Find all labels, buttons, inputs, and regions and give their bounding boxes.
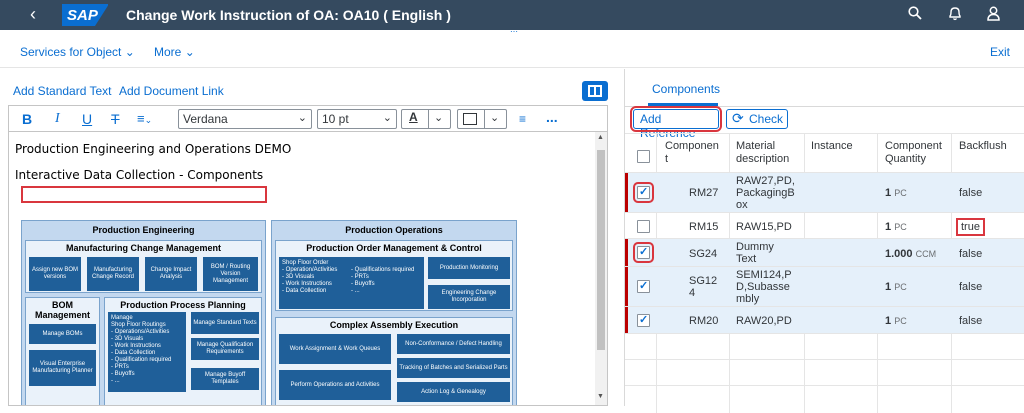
empty-row xyxy=(625,334,1024,360)
tab-components[interactable]: Components xyxy=(652,82,720,96)
background-color-picker[interactable]: ⌄ xyxy=(457,109,507,129)
content-line: Interactive Data Collection - Components xyxy=(15,168,264,182)
column-header-quantity[interactable]: Component Quantity xyxy=(885,140,951,166)
object-toolbar: Services for Object ⌄ More ⌄ Exit xyxy=(0,36,1024,68)
ppp-section: Production Process Planning Manage Shop … xyxy=(104,297,262,405)
table-header: Component Material description Instance … xyxy=(625,133,1024,173)
services-for-object-menu[interactable]: Services for Object ⌄ xyxy=(20,45,135,59)
table-row[interactable]: RM15 RAW15,PD 1 PC true xyxy=(625,213,1024,239)
bom-section: BOM Management Manage BOMs Visual Enterp… xyxy=(25,297,100,405)
check-button[interactable]: ⟳ Check xyxy=(726,109,788,129)
more-menu[interactable]: More ⌄ xyxy=(154,45,195,59)
row-checkbox[interactable] xyxy=(637,313,650,327)
row-change-marker xyxy=(625,307,628,333)
bell-icon[interactable] xyxy=(948,6,962,25)
row-checkbox[interactable] xyxy=(633,182,654,203)
column-header-backflush[interactable]: Backflush xyxy=(959,140,1019,153)
row-checkbox[interactable] xyxy=(637,220,650,233)
production-operations-panel: Production Operations Production Order M… xyxy=(271,220,517,405)
table-row[interactable]: SG124 SEMI124,PD,Subassembly 1 PC false xyxy=(625,267,1024,307)
mcm-section: Manufacturing Change Management Assign n… xyxy=(25,240,262,293)
background-color-icon xyxy=(463,113,477,125)
table-row[interactable]: RM20 RAW20,PD 1 PC false xyxy=(625,307,1024,334)
chevron-down-icon: ⌄ xyxy=(184,45,195,59)
column-header-component[interactable]: Component xyxy=(665,140,721,166)
add-document-link-link[interactable]: Add Document Link xyxy=(119,84,224,98)
shell-bar: ‹ SAP Change Work Instruction of OA: OA1… xyxy=(0,0,1024,30)
chevron-down-icon: ⌄ xyxy=(490,112,500,124)
font-family-select[interactable]: Verdana ⌄ xyxy=(178,109,312,129)
column-header-instance[interactable]: Instance xyxy=(811,140,871,153)
chevron-down-icon: ⌄ xyxy=(382,112,392,124)
add-standard-text-link[interactable]: Add Standard Text xyxy=(13,84,112,98)
chevron-down-icon: ⌄ xyxy=(297,112,307,124)
scrollbar-thumb[interactable] xyxy=(597,150,605,350)
split-view-toggle-icon[interactable] xyxy=(582,81,608,101)
column-header-description[interactable]: Material description xyxy=(736,140,804,166)
sap-logo[interactable]: SAP xyxy=(62,4,109,26)
row-change-marker xyxy=(625,173,628,212)
chevron-down-icon: ⌄ xyxy=(434,112,444,124)
work-instruction-editor-pane: Add Standard Text Add Document Link B I … xyxy=(0,69,624,406)
editor-toolbar: B I U T ≡⌄ Verdana ⌄ 10 pt ⌄ A ⌄ ⌄ ≡ ... xyxy=(9,106,607,132)
production-engineering-panel: Production Engineering Manufacturing Cha… xyxy=(21,220,266,405)
text-color-icon: A xyxy=(409,110,418,124)
process-diagram-image: Production Engineering Manufacturing Cha… xyxy=(21,220,589,405)
user-icon[interactable] xyxy=(987,6,1000,25)
editor-scrollbar[interactable]: ▲ ▼ xyxy=(595,132,607,405)
row-checkbox[interactable] xyxy=(637,279,650,293)
strikethrough-button[interactable]: T xyxy=(111,111,120,127)
scroll-down-icon[interactable]: ▼ xyxy=(597,393,604,400)
app-title: Change Work Instruction of OA: OA10 ( En… xyxy=(126,7,451,23)
align-icon[interactable]: ≡⌄ xyxy=(137,111,152,128)
more-options-icon[interactable]: ... xyxy=(546,109,558,125)
row-change-marker xyxy=(625,239,628,266)
row-change-marker xyxy=(625,267,628,306)
cae-section: Complex Assembly Execution Work Assignme… xyxy=(275,317,513,405)
exit-button[interactable]: Exit xyxy=(990,45,1010,59)
font-size-select[interactable]: 10 pt ⌄ xyxy=(317,109,397,129)
bold-button[interactable]: B xyxy=(22,111,32,127)
row-checkbox[interactable] xyxy=(633,242,654,263)
underline-button[interactable]: U xyxy=(82,111,92,127)
search-icon[interactable] xyxy=(908,6,922,24)
table-row[interactable]: SG24 Dummy Text 1.000 CCM false xyxy=(625,239,1024,267)
chevron-down-icon: ⌄ xyxy=(124,45,135,59)
rich-text-editor[interactable]: B I U T ≡⌄ Verdana ⌄ 10 pt ⌄ A ⌄ ⌄ ≡ ... P… xyxy=(8,105,608,406)
table-row[interactable]: RM27 RAW27,PD, PackagingBox 1 PC false xyxy=(625,173,1024,213)
pomc-section: Production Order Management & Control Sh… xyxy=(275,240,513,311)
empty-row xyxy=(625,360,1024,386)
content-line: Production Engineering and Operations DE… xyxy=(15,142,292,156)
italic-button[interactable]: I xyxy=(55,111,60,127)
back-icon[interactable]: ‹ xyxy=(30,5,36,23)
backflush-value-highlight[interactable]: true xyxy=(956,218,985,236)
scroll-up-icon[interactable]: ▲ xyxy=(597,134,604,141)
components-pane: Components Add Reference ⟳ Check Compone… xyxy=(625,69,1024,413)
data-collection-field-highlight[interactable] xyxy=(21,186,267,203)
refresh-icon: ⟳ xyxy=(732,110,744,126)
list-icon[interactable]: ≡ xyxy=(519,111,526,127)
select-all-checkbox[interactable] xyxy=(637,150,650,163)
text-color-picker[interactable]: A ⌄ xyxy=(401,109,451,129)
editor-content[interactable]: Production Engineering and Operations DE… xyxy=(9,132,595,405)
add-reference-button[interactable]: Add Reference xyxy=(630,106,722,140)
